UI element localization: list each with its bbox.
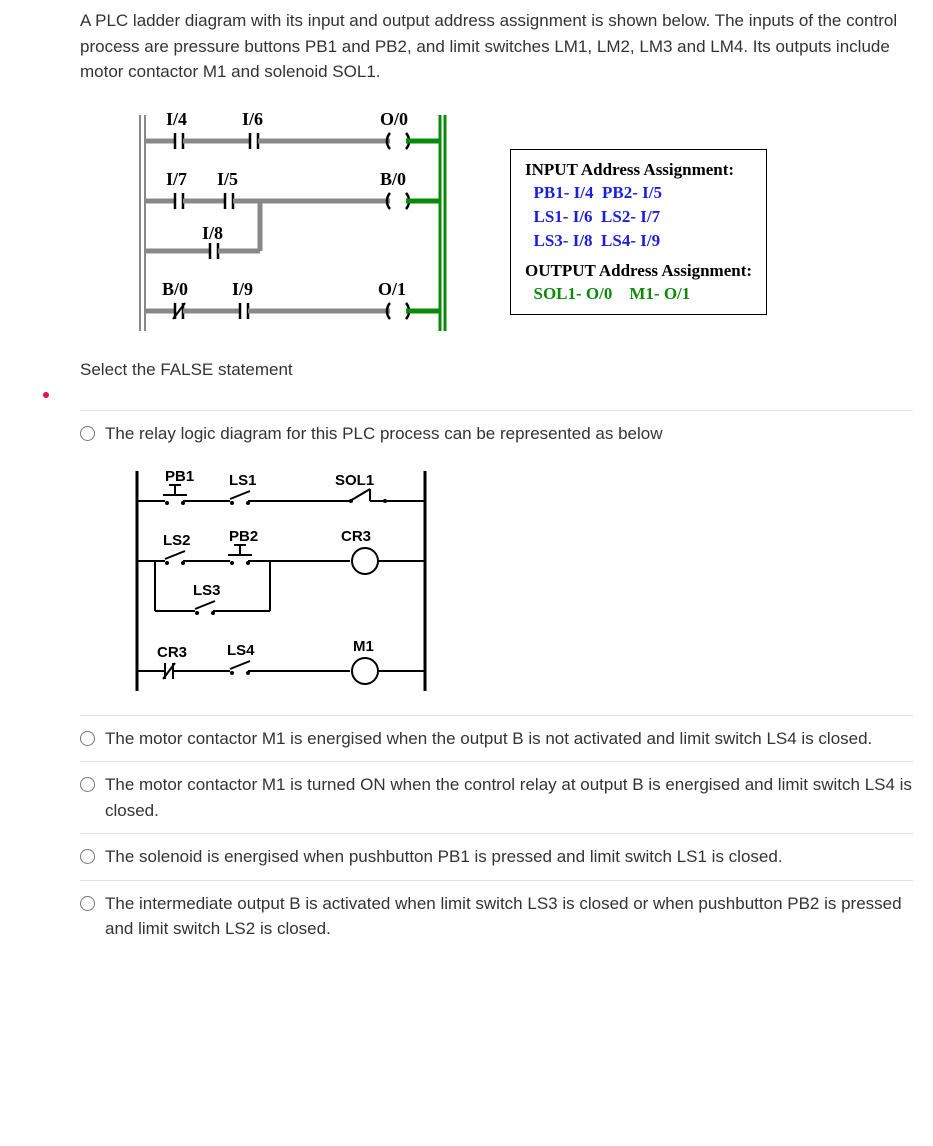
relay-r2-c1: LS2 [163, 532, 191, 549]
assign-ls4: LS4- I/9 [601, 231, 660, 250]
rung2-contact1-label: I/7 [166, 169, 187, 189]
option-e-radio[interactable] [80, 896, 95, 911]
question-paragraph: A PLC ladder diagram with its input and … [80, 8, 913, 85]
option-c-radio[interactable] [80, 777, 95, 792]
status-marker-dot [43, 392, 49, 398]
relay-r1-c1: PB1 [165, 468, 194, 485]
assign-sol1: SOL1- O/0 [534, 284, 613, 303]
option-a-radio[interactable] [80, 426, 95, 441]
plc-ladder-diagram: I/4 I/6 O/0 I/7 [120, 101, 470, 341]
relay-r1-c2: LS1 [229, 472, 257, 489]
assign-ls3: LS3- I/8 [534, 231, 593, 250]
rung3-contact1-label: I/8 [202, 223, 223, 243]
assign-pb1: PB1- I/4 [534, 183, 594, 202]
select-prompt: Select the FALSE statement [80, 357, 913, 383]
rung2-output-label: B/0 [380, 169, 406, 189]
address-assignment-box: INPUT Address Assignment: PB1- I/4 PB2- … [510, 149, 767, 316]
rung1-contact2-label: I/6 [242, 109, 263, 129]
assign-pb2: PB2- I/5 [602, 183, 662, 202]
option-e[interactable]: The intermediate output B is activated w… [80, 880, 913, 952]
rung4-contact2-label: I/9 [232, 279, 253, 299]
relay-logic-diagram: PB1 LS1 SOL1 [125, 461, 445, 701]
rung2-contact2-label: I/5 [217, 169, 238, 189]
relay-r2-c2: PB2 [229, 528, 258, 545]
assign-ls1: LS1- I/6 [534, 207, 593, 226]
relay-r4-c2: LS4 [227, 642, 255, 659]
relay-r4-out: M1 [353, 638, 374, 655]
option-a[interactable]: The relay logic diagram for this PLC pro… [80, 410, 913, 715]
rung4-contact1-label: B/0 [162, 279, 188, 299]
rung1-contact1-label: I/4 [166, 109, 187, 129]
option-b-radio[interactable] [80, 731, 95, 746]
option-d-radio[interactable] [80, 849, 95, 864]
option-b[interactable]: The motor contactor M1 is energised when… [80, 715, 913, 762]
relay-r1-out: SOL1 [335, 472, 374, 489]
option-a-text: The relay logic diagram for this PLC pro… [105, 421, 913, 447]
relay-r4-c1: CR3 [157, 644, 187, 661]
input-heading: INPUT Address Assignment: [525, 158, 752, 182]
rung4-output-label: O/1 [378, 279, 406, 299]
relay-r2-out: CR3 [341, 528, 371, 545]
option-c[interactable]: The motor contactor M1 is turned ON when… [80, 761, 913, 833]
option-d-text: The solenoid is energised when pushbutto… [105, 844, 913, 870]
rung1-output-label: O/0 [380, 109, 408, 129]
relay-r3-c1: LS3 [193, 582, 221, 599]
option-c-text: The motor contactor M1 is turned ON when… [105, 772, 913, 823]
assign-ls2: LS2- I/7 [601, 207, 660, 226]
output-heading: OUTPUT Address Assignment: [525, 259, 752, 283]
assign-m1: M1- O/1 [629, 284, 690, 303]
option-e-text: The intermediate output B is activated w… [105, 891, 913, 942]
option-d[interactable]: The solenoid is energised when pushbutto… [80, 833, 913, 880]
plc-diagram-row: I/4 I/6 O/0 I/7 [120, 101, 913, 341]
option-b-text: The motor contactor M1 is energised when… [105, 726, 913, 752]
